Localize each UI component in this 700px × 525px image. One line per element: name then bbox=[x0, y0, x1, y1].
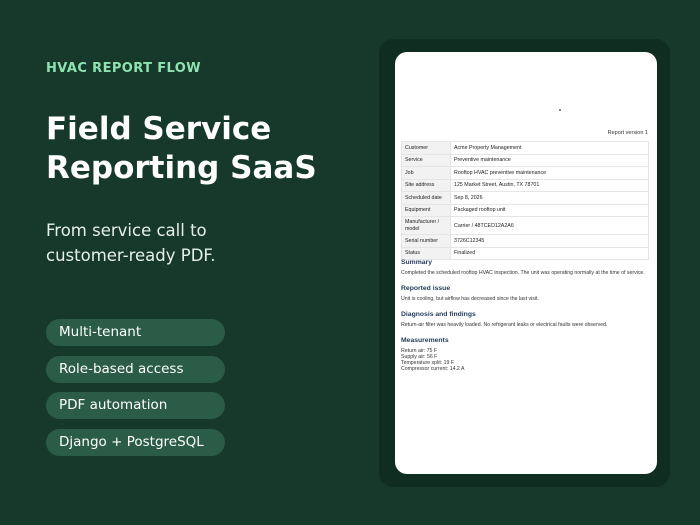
table-row: Site address 125 Market Street, Austin, T… bbox=[401, 178, 649, 192]
row-value: 125 Market Street, Austin, TX 78701 bbox=[450, 178, 649, 192]
reported-issue-section: Reported issue Unit is cooling, but airf… bbox=[401, 285, 646, 302]
summary-text: Completed the scheduled rooftop HVAC ins… bbox=[401, 270, 645, 276]
table-row: Scheduled date Sep 8, 2026 bbox=[401, 191, 649, 205]
row-value: Packaged rooftop unit bbox=[450, 203, 649, 217]
table-row: Serial number 3726C12345 bbox=[401, 234, 649, 248]
page-title: Field Service Reporting SaaS bbox=[46, 110, 366, 188]
report-document: Report version 1 Customer Acme Property M… bbox=[395, 52, 657, 474]
measurements-section: Measurements Return air: 75 F Supply air… bbox=[401, 337, 646, 372]
feature-pill-tech-stack: Django + PostgreSQL bbox=[46, 428, 225, 456]
feature-pill-role-based-access: Role-based access bbox=[46, 355, 225, 383]
measurement-item: Compressor current: 14.2 A bbox=[401, 366, 465, 372]
summary-section: Summary Completed the scheduled rooftop … bbox=[401, 259, 646, 276]
subtitle: From service call to customer-ready PDF. bbox=[46, 218, 306, 268]
row-label: Manufacturer / model bbox=[401, 216, 451, 235]
measurements-heading: Measurements bbox=[401, 337, 449, 344]
report-info-table: Customer Acme Property Management Service… bbox=[401, 141, 649, 260]
row-label: Serial number bbox=[401, 234, 451, 248]
title-line-1: Field Service bbox=[46, 111, 272, 147]
row-value: Carrier / 48TCED12A2A6 bbox=[450, 216, 649, 235]
row-label: Customer bbox=[401, 141, 451, 155]
feature-list: Multi-tenant Role-based access PDF autom… bbox=[46, 319, 225, 465]
title-line-2: Reporting SaaS bbox=[46, 150, 317, 186]
device-frame: Report version 1 Customer Acme Property M… bbox=[379, 39, 670, 487]
row-value: Acme Property Management bbox=[450, 141, 649, 155]
row-value: Preventive maintenance bbox=[450, 153, 649, 167]
reported-issue-text: Unit is cooling, but airflow has decreas… bbox=[401, 296, 539, 302]
row-value: Sep 8, 2026 bbox=[450, 191, 649, 205]
table-row: Customer Acme Property Management bbox=[401, 141, 649, 155]
table-row: Manufacturer / model Carrier / 48TCED12A2… bbox=[401, 216, 649, 235]
row-label: Site address bbox=[401, 178, 451, 192]
subtitle-line-1: From service call to bbox=[46, 221, 207, 240]
row-value: 3726C12345 bbox=[450, 234, 649, 248]
diagnosis-text: Return-air filter was heavily loaded. No… bbox=[401, 322, 608, 328]
subtitle-line-2: customer-ready PDF. bbox=[46, 246, 216, 265]
row-label: Service bbox=[401, 153, 451, 167]
row-label: Status bbox=[401, 246, 451, 260]
feature-pill-multi-tenant: Multi-tenant bbox=[46, 319, 225, 346]
table-row: Equipment Packaged rooftop unit bbox=[401, 203, 649, 217]
reported-issue-heading: Reported issue bbox=[401, 285, 451, 292]
row-label: Equipment bbox=[401, 203, 451, 217]
table-row: Service Preventive maintenance bbox=[401, 153, 649, 167]
decorative-dot bbox=[559, 109, 561, 111]
row-label: Job bbox=[401, 166, 451, 180]
summary-heading: Summary bbox=[401, 259, 432, 266]
feature-pill-pdf-automation: PDF automation bbox=[46, 392, 225, 419]
row-value: Finalized bbox=[450, 246, 649, 260]
row-value: Rooftop HVAC preventive maintenance bbox=[450, 166, 649, 180]
report-version: Report version 1 bbox=[607, 130, 648, 136]
diagnosis-section: Diagnosis and findings Return-air filter… bbox=[401, 311, 646, 328]
diagnosis-heading: Diagnosis and findings bbox=[401, 311, 476, 318]
row-label: Scheduled date bbox=[401, 191, 451, 205]
table-row: Status Finalized bbox=[401, 246, 649, 260]
table-row: Job Rooftop HVAC preventive maintenance bbox=[401, 166, 649, 180]
eyebrow-label: HVAC REPORT FLOW bbox=[46, 61, 201, 76]
